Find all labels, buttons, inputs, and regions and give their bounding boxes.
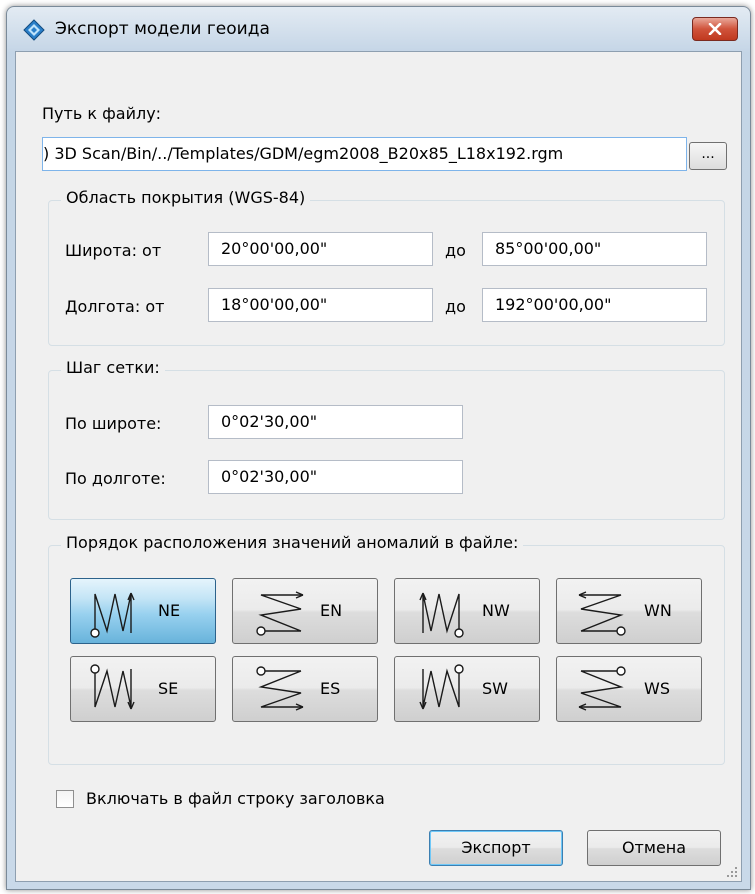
grid-step-group	[48, 370, 725, 520]
window-title: Экспорт модели геоида	[55, 19, 270, 39]
order-button-ne[interactable]: NE	[70, 578, 216, 644]
browse-button[interactable]: ...	[689, 142, 727, 170]
longitude-from-label: Долгота: от	[65, 297, 165, 316]
coverage-legend: Область покрытия (WGS-84)	[61, 188, 311, 207]
latitude-to-input[interactable]: 85°00'00,00"	[482, 232, 707, 266]
zigzag-ne-icon	[90, 592, 135, 638]
zigzag-es-icon	[256, 666, 304, 711]
order-code-nw: NW	[482, 601, 510, 620]
header-checkbox-label[interactable]: Включать в файл строку заголовка	[86, 789, 385, 808]
export-button[interactable]: Экспорт	[429, 830, 563, 866]
latitude-to-label: до	[445, 241, 466, 260]
order-code-se: SE	[158, 679, 179, 698]
order-code-sw: SW	[482, 679, 508, 698]
longitude-to-label: до	[445, 297, 466, 316]
zigzag-wn-icon	[578, 591, 626, 636]
order-button-ws[interactable]: WS	[556, 656, 702, 722]
header-checkbox[interactable]	[56, 790, 74, 808]
order-code-ne: NE	[158, 601, 181, 620]
dialog-window: Экспорт модели геоида Путь к файлу: ) 3D…	[6, 6, 751, 890]
zigzag-se-icon	[90, 664, 135, 710]
order-button-se[interactable]: SE	[70, 656, 216, 722]
latitude-from-label: Широта: от	[65, 241, 162, 260]
order-code-en: EN	[320, 601, 343, 620]
resize-grip-icon[interactable]	[726, 866, 738, 878]
grid-lon-label: По долготе:	[65, 469, 166, 488]
longitude-from-input[interactable]: 18°00'00,00"	[208, 288, 433, 322]
zigzag-ws-icon	[578, 666, 626, 711]
file-path-input[interactable]: ) 3D Scan/Bin/../Templates/GDM/egm2008_B…	[42, 137, 687, 171]
order-button-wn[interactable]: WN	[556, 578, 702, 644]
latitude-from-input[interactable]: 20°00'00,00"	[208, 232, 433, 266]
order-button-sw[interactable]: SW	[394, 656, 540, 722]
cancel-button[interactable]: Отмена	[587, 830, 721, 866]
zigzag-sw-icon	[419, 664, 464, 710]
order-button-nw[interactable]: NW	[394, 578, 540, 644]
order-code-ws: WS	[644, 679, 670, 698]
file-path-label: Путь к файлу:	[42, 104, 162, 123]
longitude-to-input[interactable]: 192°00'00,00"	[482, 288, 707, 322]
zigzag-nw-icon	[419, 592, 464, 638]
zigzag-en-icon	[256, 591, 304, 636]
order-button-en[interactable]: EN	[232, 578, 378, 644]
coverage-group	[48, 200, 725, 346]
grid-lon-input[interactable]: 0°02'30,00"	[208, 460, 463, 494]
grid-step-legend: Шаг сетки:	[61, 358, 165, 377]
grid-lat-label: По широте:	[65, 414, 162, 433]
app-icon	[23, 19, 45, 41]
close-button[interactable]	[692, 17, 738, 41]
grid-lat-input[interactable]: 0°02'30,00"	[208, 405, 463, 439]
order-button-es[interactable]: ES	[232, 656, 378, 722]
close-icon	[708, 23, 722, 35]
dialog-body: Путь к файлу: ) 3D Scan/Bin/../Templates…	[15, 51, 742, 882]
order-code-es: ES	[320, 679, 341, 698]
order-legend: Порядок расположения значений аномалий в…	[61, 533, 524, 552]
title-bar[interactable]: Экспорт модели геоида	[7, 7, 750, 51]
order-code-wn: WN	[644, 601, 672, 620]
